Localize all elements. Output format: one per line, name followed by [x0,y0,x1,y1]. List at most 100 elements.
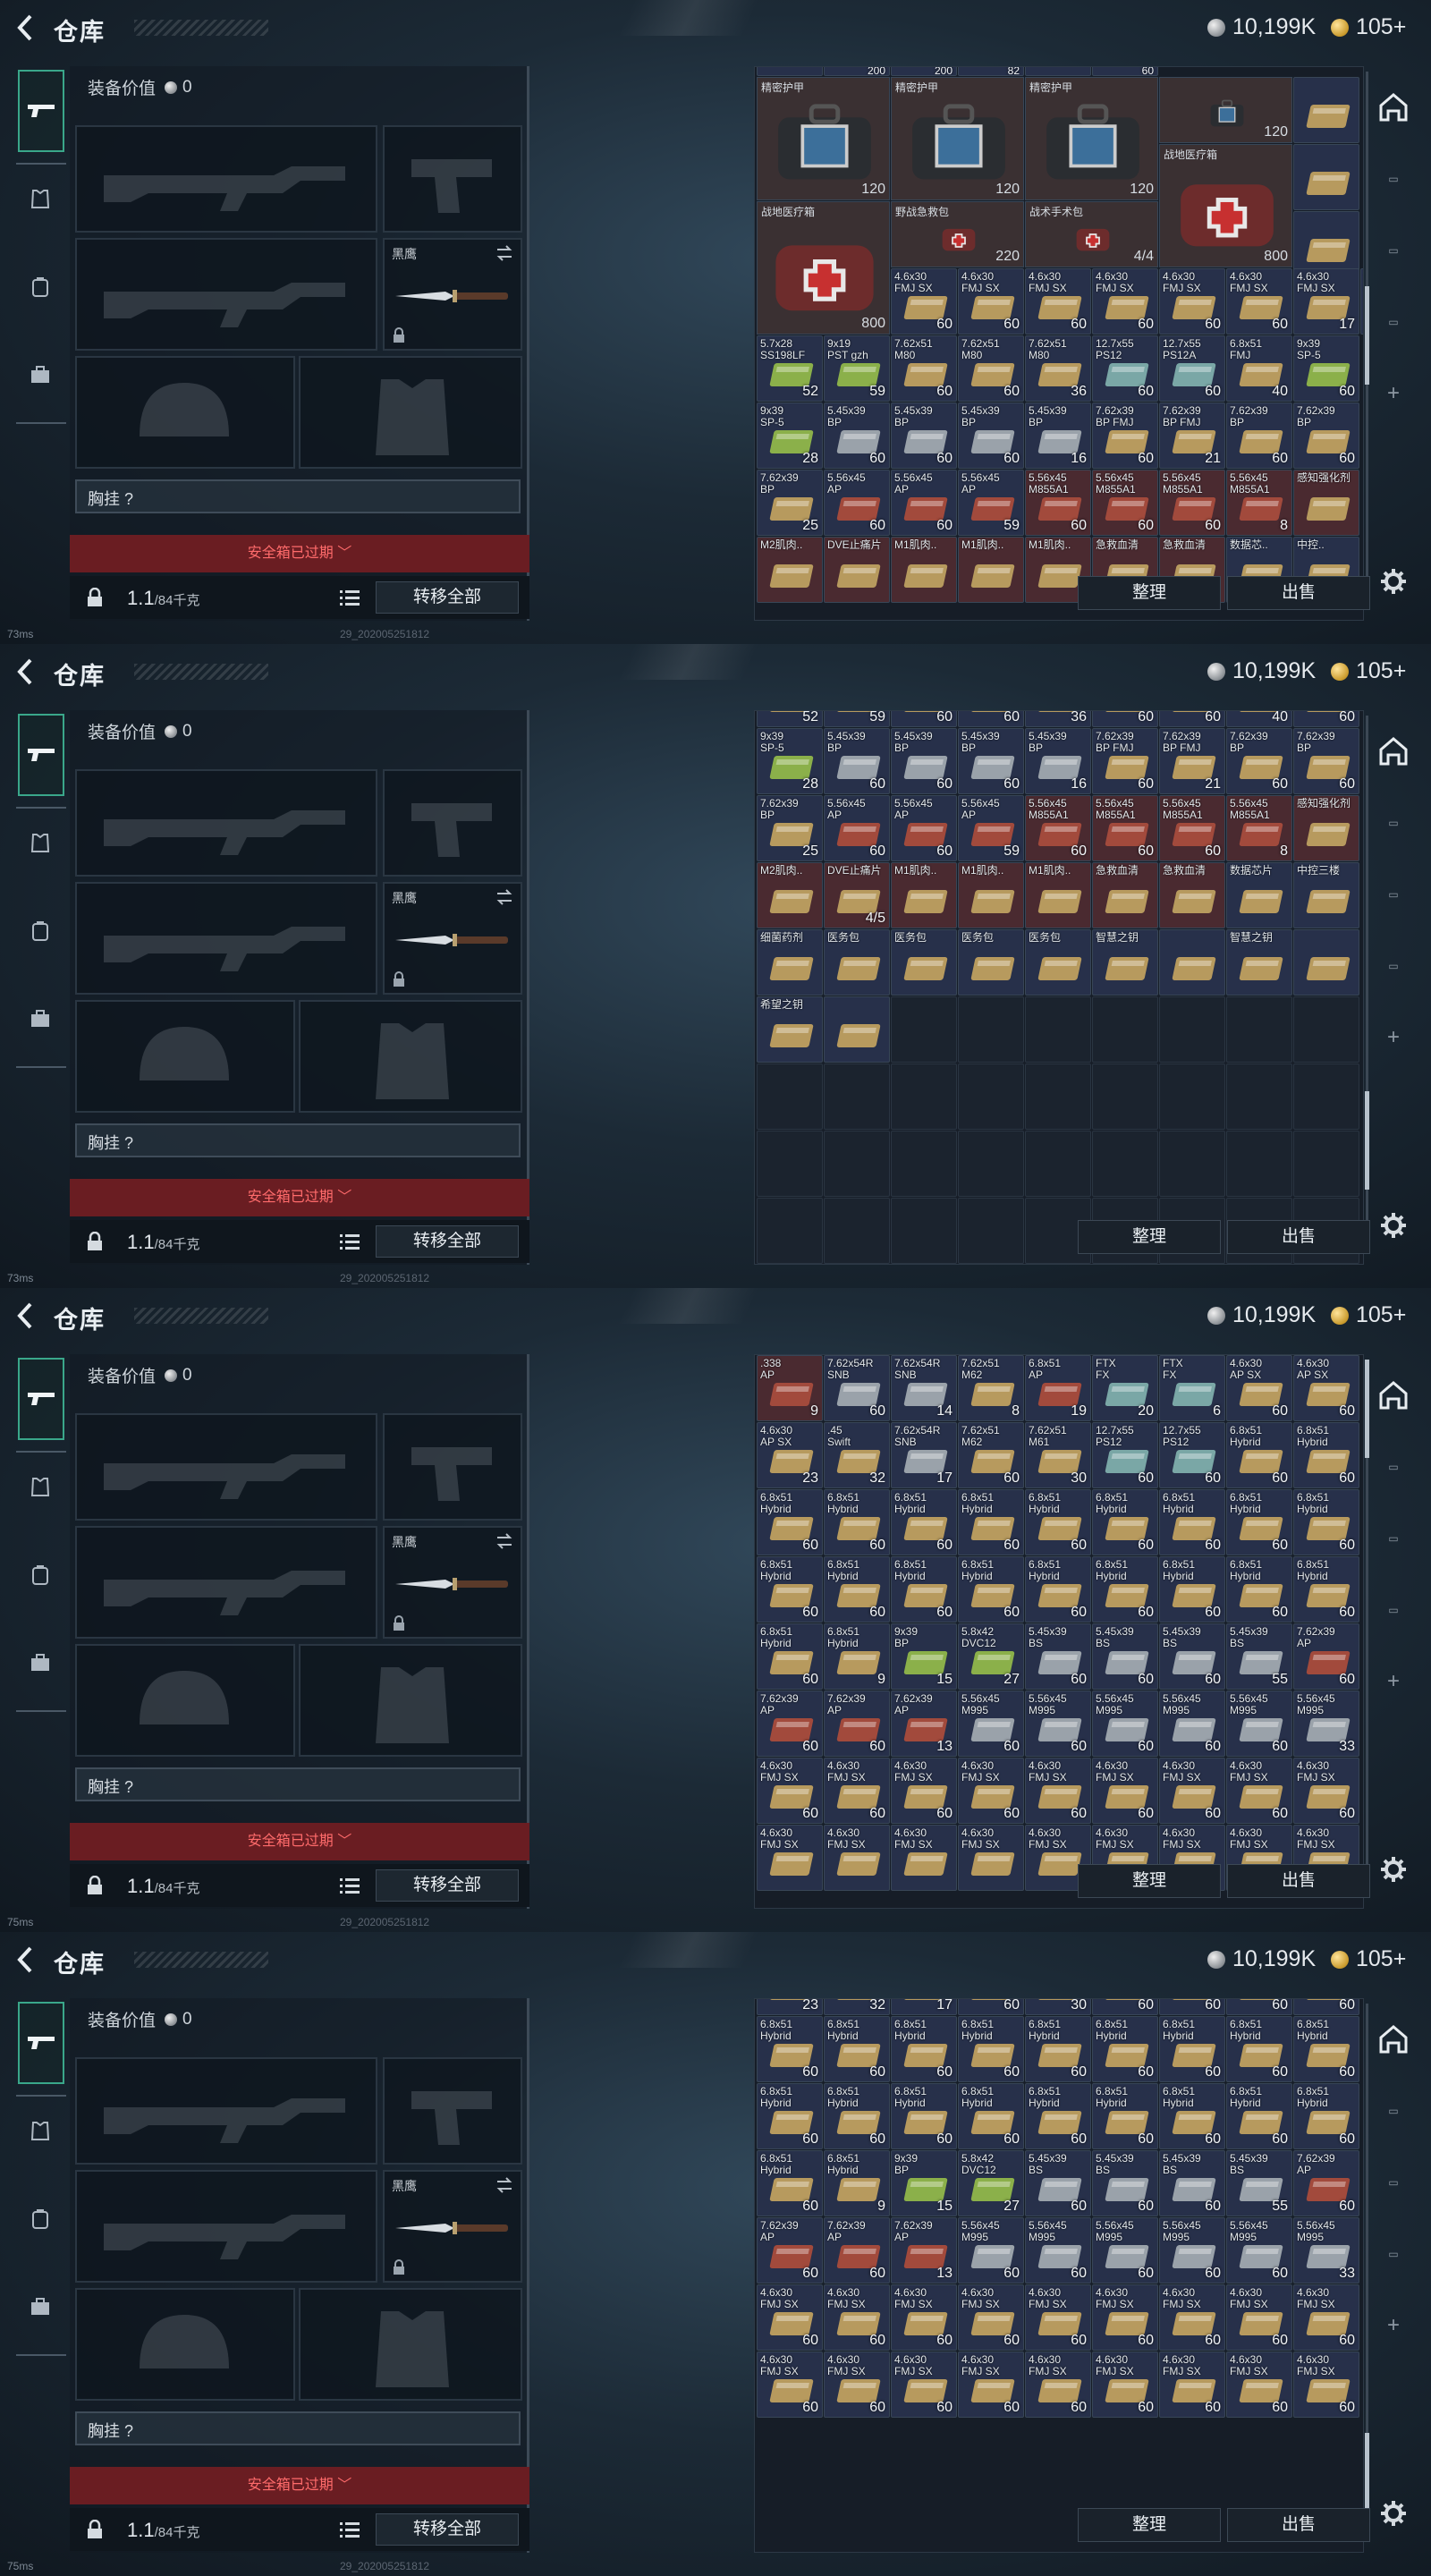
item-cell[interactable]: 6.8x51 Hybrid 60 [891,1556,957,1623]
item-cell[interactable]: 6.8x51 Hybrid 60 [958,2082,1024,2149]
item-cell[interactable]: 40 [1226,711,1292,727]
item-cell[interactable]: 5.7x28 SS198LF 52 [757,335,823,402]
item-cell[interactable]: 7.62x54R SNB 14 [891,1355,957,1421]
item-cell[interactable]: 6.8x51 Hybrid 60 [1293,2082,1359,2149]
add-tab-button[interactable]: + [1370,370,1417,417]
second-primary-slot[interactable] [75,238,377,351]
item-cell[interactable]: 6.8x51 Hybrid 60 [1293,2015,1359,2082]
item-cell[interactable]: 7.62x39 BP 60 [1226,402,1292,469]
settings-button[interactable] [1370,1846,1417,1893]
item-cell[interactable]: 6.8x51 Hybrid 60 [958,1489,1024,1555]
item-cell[interactable]: 7.62x51 M61 30 [1025,1422,1091,1488]
empty-cell[interactable] [1293,996,1359,1063]
item-cell[interactable]: 6.8x51 Hybrid 60 [1025,2015,1091,2082]
item-cell[interactable]: 5.45x39 BP 60 [958,402,1024,469]
item-cell[interactable]: 4.6x30 FMJ SX 60 [1226,268,1292,335]
item-cell[interactable]: 4.6x30 FMJ SX [757,1825,823,1891]
empty-cell[interactable] [891,1063,957,1130]
chest-rig-slot[interactable]: 胸挂 ? [75,1123,521,1157]
item-cell[interactable]: 6.8x51 Hybrid 60 [1226,2015,1292,2082]
second-primary-slot[interactable] [75,2170,377,2283]
item-cell[interactable]: 4.6x30 FMJ SX 60 [1293,2351,1359,2418]
transfer-all-button[interactable]: 转移全部 [376,1225,519,1258]
item-cell[interactable]: 7.62x39 AP 60 [824,2216,890,2284]
item-cell[interactable]: 32 [824,1999,890,2015]
item-cell[interactable]: 5.56x45 M995 60 [1092,2216,1158,2284]
item-cell[interactable]: 5.56x45 AP 59 [958,794,1024,861]
nav-weapons[interactable] [18,70,64,152]
item-cell[interactable]: 4.6x30 FMJ SX 60 [958,2351,1024,2418]
nav-armor[interactable] [20,1467,61,1508]
secondary-weapon-slot[interactable] [383,125,522,233]
nav-briefcase[interactable] [20,354,61,395]
armor-item-cell[interactable]: 120 [1159,77,1292,144]
item-cell[interactable]: 60 [1293,1999,1359,2015]
item-cell[interactable]: 5.56x45 M995 60 [958,2216,1024,2284]
item-cell[interactable]: 4.6x30 FMJ SX [824,1825,890,1891]
item-cell[interactable]: 4.6x30 FMJ SX 60 [757,2351,823,2418]
item-cell[interactable]: 急救血清 [1159,861,1225,928]
item-cell[interactable]: 60 [891,711,957,727]
helmet-slot[interactable] [75,356,295,469]
item-cell[interactable]: 60 [1159,1999,1225,2015]
body-armor-slot[interactable] [299,356,522,469]
item-cell[interactable]: 感知强化剂 [1293,794,1359,861]
item-cell[interactable]: 5.56x45 M855A1 60 [1092,794,1158,861]
item-cell[interactable]: 5.56x45 M855A1 60 [1092,470,1158,536]
add-tab-button[interactable]: + [1370,1658,1417,1705]
primary-weapon-slot[interactable] [75,125,377,233]
back-button[interactable] [13,1945,39,1975]
item-cell[interactable]: 医务包 [891,928,957,996]
primary-weapon-slot[interactable] [75,769,377,877]
armor-item-cell[interactable]: 精密护甲 120 [1025,77,1158,200]
item-cell[interactable]: 4.6x30 FMJ SX 60 [1159,2351,1225,2418]
safebox-expired-banner[interactable]: 安全箱已过期 ﹀ [70,1179,529,1216]
item-cell[interactable]: 5.56x45 M855A1 60 [1159,470,1225,536]
empty-cell[interactable] [824,1197,890,1264]
warehouse-tab-4[interactable]: ▭ [1370,299,1417,345]
settings-button[interactable] [1370,1202,1417,1249]
nav-briefcase[interactable] [20,2286,61,2327]
empty-cell[interactable] [757,1063,823,1130]
item-cell[interactable]: 9x39 SP-5 28 [757,727,823,794]
item-cell[interactable]: 智慧之钥 [1092,928,1158,996]
item-cell[interactable]: 7.62x39 BP FMJ 21 [1159,727,1225,794]
item-cell[interactable]: 7.62x39 BP 25 [757,470,823,536]
item-cell[interactable]: 4.6x30 FMJ SX 60 [1226,1758,1292,1824]
item-cell[interactable]: 60 [958,711,1024,727]
item-cell[interactable]: 中控三楼 [1293,861,1359,928]
item-cell[interactable]: 200 [824,67,890,76]
item-cell[interactable]: 6.8x51 Hybrid 60 [824,2015,890,2082]
gold-currency[interactable]: 105+ [1331,1946,1406,1972]
settings-button[interactable] [1370,558,1417,605]
warehouse-tab-3[interactable]: ▭ [1370,227,1417,274]
second-primary-slot[interactable] [75,1526,377,1639]
helmet-slot[interactable] [75,2288,295,2401]
item-cell[interactable]: 4.6x30 FMJ SX 60 [824,2351,890,2418]
item-cell[interactable]: 6.8x51 Hybrid 60 [1025,2082,1091,2149]
nav-briefcase[interactable] [20,998,61,1039]
item-cell[interactable]: 6.8x51 Hybrid 60 [1226,2082,1292,2149]
transfer-all-button[interactable]: 转移全部 [376,2513,519,2546]
item-cell[interactable]: 5.7x28 SS19060 [1360,268,1363,335]
item-cell[interactable]: 9x39 BP 15 [891,2149,957,2216]
warehouse-tab-2[interactable]: ▭ [1370,800,1417,846]
body-armor-slot[interactable] [299,2288,522,2401]
medkit-item-cell[interactable]: 战地医疗箱 800 [757,201,890,335]
item-cell[interactable] [824,996,890,1063]
item-cell[interactable]: 医务包 [1025,928,1091,996]
item-cell[interactable]: 6.8x51 Hybrid 60 [1092,1489,1158,1555]
sell-button[interactable]: 出售 [1227,2508,1370,2542]
item-cell[interactable]: 6.8x51 Hybrid 60 [1293,1422,1359,1488]
item-cell[interactable]: 5.45x39 BS 55 [1226,1623,1292,1690]
nav-briefcase[interactable] [20,1642,61,1683]
item-cell[interactable]: 4.6x30 FMJ SX 60 [1159,268,1225,335]
item-cell[interactable]: 60 [1092,67,1158,76]
safebox-expired-banner[interactable]: 安全箱已过期 ﹀ [70,2467,529,2504]
back-button[interactable] [13,13,39,43]
item-cell[interactable]: 5.45x39 BS 60 [1159,1623,1225,1690]
item-cell[interactable]: 7.62x39 BP FMJ 60 [1092,727,1158,794]
nav-armor[interactable] [20,2111,61,2152]
sell-button[interactable]: 出售 [1227,1220,1370,1254]
chest-rig-slot[interactable]: 胸挂 ? [75,1767,521,1801]
